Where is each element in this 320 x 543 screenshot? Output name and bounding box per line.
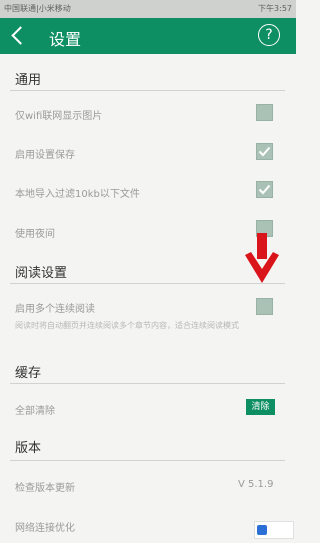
section-version: 版本	[15, 441, 42, 456]
back-icon[interactable]	[11, 26, 30, 45]
section-general: 通用	[15, 73, 42, 88]
setting-continuous-read-checkbox[interactable]	[256, 298, 273, 315]
version-value: V 5.1.9	[238, 479, 274, 490]
setting-continuous-read-label[interactable]: 启用多个连续阅读	[15, 300, 95, 315]
watermark-logo-icon	[257, 525, 267, 535]
network-optimize-label[interactable]: 网络连接优化	[15, 519, 75, 534]
divider	[10, 460, 285, 461]
page-title: 设置	[49, 30, 82, 49]
setting-filter-label[interactable]: 本地导入过滤10kb以下文件	[15, 185, 140, 200]
setting-filter-checkbox[interactable]	[256, 181, 273, 198]
divider	[10, 90, 285, 91]
red-down-arrow-icon	[245, 233, 279, 283]
divider	[10, 383, 285, 384]
app-bar: 设置 ?	[0, 18, 296, 54]
clear-button[interactable]: 清除	[246, 399, 275, 415]
section-cache: 缓存	[15, 366, 42, 381]
setting-wifi-images-label[interactable]: 仅wifi联网显示图片	[15, 107, 102, 122]
clock-text: 下午3:57	[258, 4, 292, 13]
carrier-text: 中国联通|小米移动	[4, 4, 71, 13]
setting-wifi-images-checkbox[interactable]	[256, 104, 273, 121]
check-update-label[interactable]: 检查版本更新	[15, 479, 75, 494]
checkmark-icon	[258, 184, 271, 195]
setting-continuous-read-desc: 阅读时将自动翻页并连续阅读多个章节内容，适合连续阅读模式	[15, 321, 239, 330]
help-icon[interactable]: ?	[258, 24, 280, 46]
setting-save-label[interactable]: 启用设置保存	[15, 146, 75, 161]
setting-save-checkbox[interactable]	[256, 143, 273, 160]
setting-night-label[interactable]: 使用夜间	[15, 225, 55, 240]
status-bar: 中国联通|小米移动 下午3:57	[0, 0, 296, 18]
clear-all-label: 全部清除	[15, 406, 55, 417]
checkmark-icon	[258, 146, 271, 157]
watermark	[254, 521, 294, 539]
section-reading: 阅读设置	[15, 266, 68, 281]
